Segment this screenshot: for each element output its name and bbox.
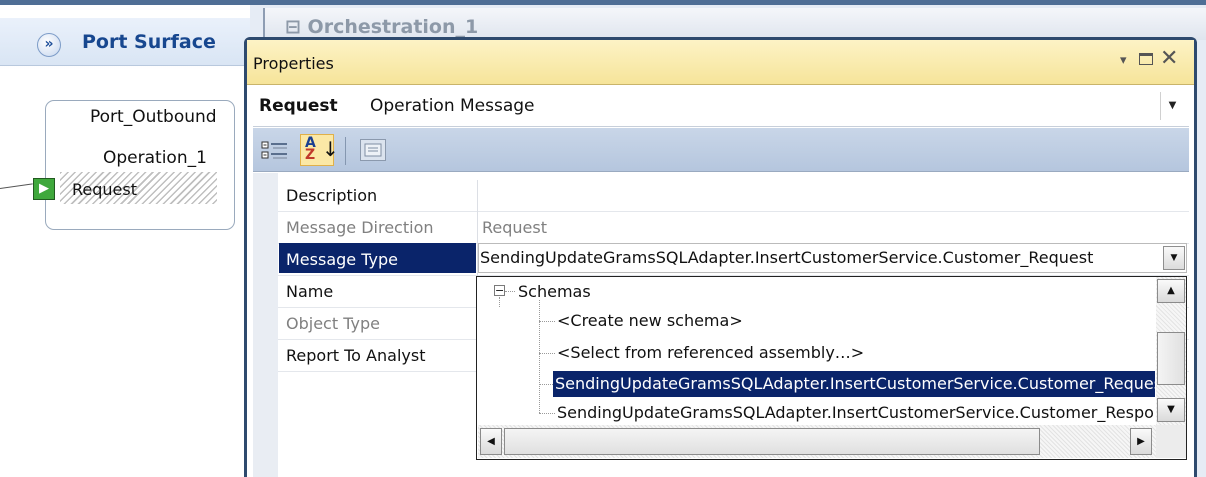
port-name-label: Port_Outbound xyxy=(90,107,217,127)
tree-item[interactable]: <Select from referenced assembly…> xyxy=(557,343,864,362)
scroll-left-icon[interactable]: ◀ xyxy=(480,428,502,455)
tree-item-selected[interactable]: SendingUpdateGramsSQLAdapter.InsertCusto… xyxy=(555,374,1155,393)
grid-margin xyxy=(253,173,278,477)
tree-root-schemas[interactable]: Schemas xyxy=(518,282,591,301)
message-label[interactable]: Request xyxy=(72,180,137,199)
property-name: Message Direction xyxy=(286,218,434,237)
orchestration-title-text: Orchestration_1 xyxy=(307,16,479,38)
send-arrow-icon[interactable]: ▶ xyxy=(33,178,55,200)
property-name: Name xyxy=(286,282,334,301)
tree-line xyxy=(499,297,500,307)
categorized-icon[interactable] xyxy=(261,140,289,162)
operation-label: Operation_1 xyxy=(103,148,207,168)
scroll-down-icon[interactable]: ▼ xyxy=(1157,398,1185,422)
properties-title: Properties xyxy=(253,54,334,73)
maximize-icon[interactable] xyxy=(1139,53,1153,65)
tree-line xyxy=(539,300,540,413)
properties-toolbar xyxy=(253,128,1189,172)
tree-line xyxy=(505,291,515,292)
sort-z-glyph: Z xyxy=(305,147,316,163)
property-name: Description xyxy=(286,186,378,205)
property-name-selected: Message Type xyxy=(286,250,398,269)
scroll-right-icon[interactable]: ▶ xyxy=(1130,428,1152,455)
property-name: Object Type xyxy=(286,314,380,333)
window-position-icon[interactable]: ▾ xyxy=(1120,53,1127,68)
vertical-scroll-thumb[interactable] xyxy=(1157,332,1185,385)
object-dropdown-icon[interactable]: ▼ xyxy=(1160,92,1184,120)
scroll-up-icon[interactable]: ▲ xyxy=(1157,279,1185,303)
tree-line xyxy=(539,384,553,385)
port-surface-panel xyxy=(0,0,250,477)
collapse-icon[interactable]: ⊟ xyxy=(285,16,301,38)
horizontal-scroll-thumb[interactable] xyxy=(504,428,1040,455)
sort-arrow-icon: ↓ xyxy=(322,137,339,161)
object-type: Operation Message xyxy=(370,96,535,116)
window-top-border xyxy=(0,0,1206,5)
message-type-value: SendingUpdateGramsSQLAdapter.InsertCusto… xyxy=(480,248,1160,267)
scrollbar-corner xyxy=(1156,425,1186,458)
toolbar-separator xyxy=(345,137,346,165)
tree-item[interactable]: <Create new schema> xyxy=(557,311,743,330)
property-row-description[interactable] xyxy=(278,180,1189,212)
property-value: Request xyxy=(482,218,547,237)
property-pages-icon[interactable] xyxy=(360,139,386,161)
close-icon[interactable]: ✕ xyxy=(1160,46,1178,71)
property-name: Report To Analyst xyxy=(286,346,426,365)
properties-titlebar[interactable] xyxy=(247,40,1194,85)
message-type-text: SendingUpdateGramsSQLAdapter.InsertCusto… xyxy=(480,248,1094,267)
port-surface-title: Port Surface xyxy=(82,31,216,53)
orchestration-title: ⊟ Orchestration_1 xyxy=(285,16,478,38)
tree-items: <Create new schema> <Select from referen… xyxy=(553,300,1155,425)
message-type-dropdown-button[interactable]: ▼ xyxy=(1163,246,1185,270)
collapse-node-icon[interactable]: − xyxy=(494,285,505,296)
sort-az-icon: A Z xyxy=(305,136,316,163)
tree-item[interactable]: SendingUpdateGramsSQLAdapter.InsertCusto… xyxy=(557,403,1155,422)
object-name: Request xyxy=(259,96,338,116)
expand-icon[interactable]: » xyxy=(37,33,61,57)
